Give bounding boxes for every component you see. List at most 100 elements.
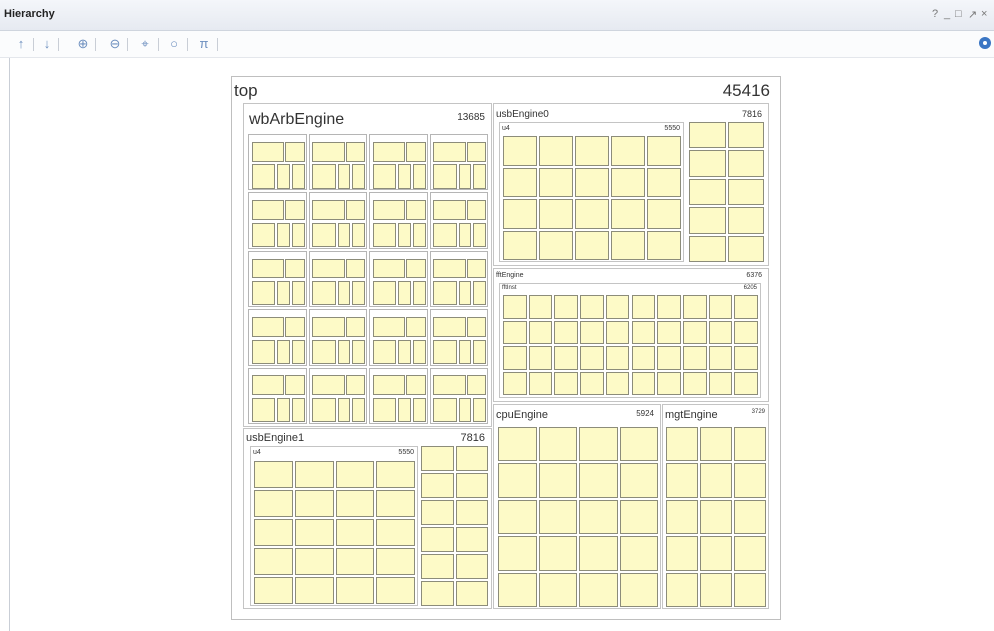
treemap-leaf[interactable]	[503, 320, 527, 344]
treemap-leaf[interactable]	[251, 397, 276, 423]
treemap-leaf[interactable]	[294, 577, 334, 604]
treemap-leaf[interactable]	[473, 397, 487, 423]
treemap-leaf[interactable]	[503, 230, 537, 260]
treemap-leaf[interactable]	[734, 499, 766, 535]
gear-icon[interactable]	[979, 37, 991, 49]
treemap-leaf[interactable]	[352, 164, 366, 189]
treemap-leaf[interactable]	[406, 316, 426, 337]
treemap-leaf[interactable]	[611, 167, 645, 197]
treemap-leaf[interactable]	[528, 346, 553, 370]
treemap-leaf[interactable]	[498, 572, 537, 607]
treemap-leaf[interactable]	[294, 461, 334, 488]
treemap-leaf[interactable]	[312, 375, 345, 396]
treemap-leaf[interactable]	[337, 222, 351, 247]
treemap-leaf-group[interactable]	[308, 192, 367, 249]
treemap-leaf[interactable]	[406, 375, 426, 396]
treemap-leaf[interactable]	[734, 320, 758, 344]
treemap-leaf[interactable]	[433, 339, 457, 364]
treemap-leaf[interactable]	[251, 164, 276, 189]
treemap-leaf[interactable]	[345, 316, 366, 337]
treemap-leaf[interactable]	[498, 463, 537, 498]
treemap-leaf[interactable]	[657, 346, 681, 370]
treemap-leaf[interactable]	[579, 427, 618, 462]
treemap-leaf[interactable]	[666, 427, 698, 462]
treemap-leaf[interactable]	[575, 199, 609, 229]
treemap-leaf[interactable]	[251, 339, 276, 364]
treemap-leaf[interactable]	[337, 339, 351, 364]
treemap-leaf[interactable]	[251, 281, 276, 306]
treemap-leaf[interactable]	[466, 258, 487, 279]
treemap-leaf[interactable]	[605, 320, 630, 344]
treemap-leaf[interactable]	[619, 427, 658, 462]
float-button[interactable]: ↗	[968, 8, 977, 21]
treemap-leaf[interactable]	[473, 281, 487, 306]
treemap-leaf-group[interactable]	[248, 309, 307, 366]
treemap-leaf[interactable]	[398, 397, 411, 423]
treemap-leaf[interactable]	[503, 199, 537, 229]
treemap-leaf[interactable]	[619, 499, 658, 535]
treemap-leaf-group[interactable]	[429, 134, 488, 191]
treemap-node-fftEngine[interactable]: fftEngine 6376 fftInst 6205	[493, 268, 769, 402]
treemap-leaf[interactable]	[498, 536, 537, 571]
treemap-leaf[interactable]	[294, 519, 334, 546]
treemap-leaf[interactable]	[345, 141, 366, 162]
treemap-leaf[interactable]	[291, 222, 305, 247]
treemap-leaf[interactable]	[433, 316, 466, 337]
treemap-leaf[interactable]	[458, 222, 472, 247]
treemap-leaf[interactable]	[579, 536, 618, 571]
treemap-leaf[interactable]	[700, 572, 732, 607]
close-button[interactable]: ×	[981, 8, 987, 20]
treemap-leaf[interactable]	[372, 281, 397, 306]
treemap-leaf[interactable]	[503, 295, 527, 319]
treemap-leaf[interactable]	[285, 375, 305, 396]
treemap-leaf[interactable]	[294, 490, 334, 517]
treemap-leaf[interactable]	[466, 316, 487, 337]
treemap-leaf-group[interactable]	[429, 309, 488, 366]
treemap-leaf[interactable]	[580, 371, 604, 395]
treemap-leaf[interactable]	[345, 200, 366, 220]
treemap-leaf[interactable]	[285, 258, 305, 279]
treemap-leaf[interactable]	[285, 316, 305, 337]
treemap-leaf[interactable]	[727, 178, 764, 206]
treemap-leaf[interactable]	[254, 577, 293, 604]
treemap-leaf[interactable]	[251, 141, 285, 162]
treemap-leaf[interactable]	[657, 320, 681, 344]
treemap-leaf[interactable]	[312, 258, 345, 279]
treemap-leaf[interactable]	[406, 258, 426, 279]
treemap-leaf[interactable]	[421, 554, 454, 579]
treemap-leaf[interactable]	[312, 339, 336, 364]
treemap-leaf[interactable]	[421, 527, 454, 552]
treemap-leaf[interactable]	[458, 397, 472, 423]
treemap-leaf[interactable]	[455, 581, 488, 606]
treemap-leaf[interactable]	[251, 200, 285, 220]
treemap-node-u4[interactable]: u4 5550	[499, 122, 684, 262]
treemap-leaf[interactable]	[580, 320, 604, 344]
treemap-leaf[interactable]	[335, 548, 375, 575]
treemap-leaf[interactable]	[372, 258, 406, 279]
treemap-leaf[interactable]	[335, 519, 375, 546]
treemap-leaf[interactable]	[700, 463, 732, 498]
treemap-leaf[interactable]	[291, 339, 305, 364]
treemap-leaf[interactable]	[689, 207, 726, 234]
treemap-leaf[interactable]	[539, 230, 573, 260]
treemap-leaf[interactable]	[575, 230, 609, 260]
treemap-leaf[interactable]	[689, 122, 726, 149]
treemap-leaf[interactable]	[498, 499, 537, 535]
treemap-leaf[interactable]	[398, 339, 411, 364]
treemap-leaf-group[interactable]	[369, 309, 428, 366]
treemap-leaf[interactable]	[538, 427, 577, 462]
treemap-leaf[interactable]	[631, 320, 656, 344]
treemap-node-cpuEngine[interactable]: cpuEngine 5924	[493, 404, 661, 609]
treemap-leaf[interactable]	[734, 536, 766, 571]
treemap-leaf[interactable]	[579, 499, 618, 535]
treemap-leaf[interactable]	[727, 207, 764, 234]
treemap-leaf[interactable]	[254, 490, 293, 517]
treemap-leaf-group[interactable]	[248, 192, 307, 249]
arrow-down-icon[interactable]: ↓	[38, 35, 56, 53]
treemap-leaf-group[interactable]	[369, 367, 428, 424]
treemap-leaf[interactable]	[251, 316, 285, 337]
treemap-leaf[interactable]	[700, 499, 732, 535]
treemap-leaf-group[interactable]	[308, 134, 367, 191]
treemap-leaf-group[interactable]	[429, 250, 488, 308]
treemap-leaf[interactable]	[337, 164, 351, 189]
